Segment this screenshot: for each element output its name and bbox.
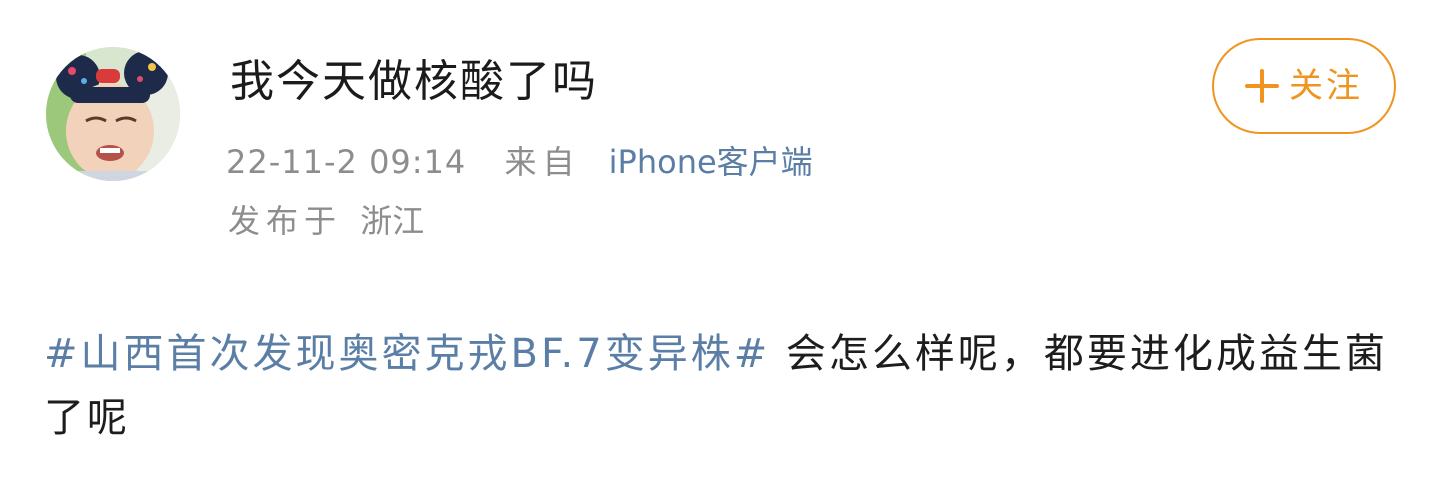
- plus-icon: [1245, 69, 1279, 103]
- avatar[interactable]: [46, 47, 180, 181]
- follow-label: 关注: [1289, 66, 1363, 106]
- source-label: 来自: [504, 143, 581, 181]
- post-header: 我今天做核酸了吗 22-11-2 09:14 来自 iPhone客户端 发布于 …: [0, 0, 1440, 290]
- post-meta: 22-11-2 09:14 来自 iPhone客户端: [226, 137, 813, 185]
- location-prefix: 发布于: [228, 202, 343, 240]
- client-link[interactable]: iPhone客户端: [609, 143, 813, 181]
- location-place: 浙江: [360, 202, 425, 240]
- author-username[interactable]: 我今天做核酸了吗: [230, 52, 598, 112]
- topic-link[interactable]: #山西首次发现奥密克戎BF.7变异株#: [44, 331, 770, 377]
- post-location: 发布于 浙江: [228, 198, 424, 244]
- post-content: #山西首次发现奥密克戎BF.7变异株# 会怎么样呢，都要进化成益生菌了呢: [44, 322, 1394, 450]
- post-time: 22-11-2 09:14: [226, 143, 467, 181]
- avatar-image: [46, 47, 180, 181]
- follow-button[interactable]: 关注: [1212, 38, 1396, 134]
